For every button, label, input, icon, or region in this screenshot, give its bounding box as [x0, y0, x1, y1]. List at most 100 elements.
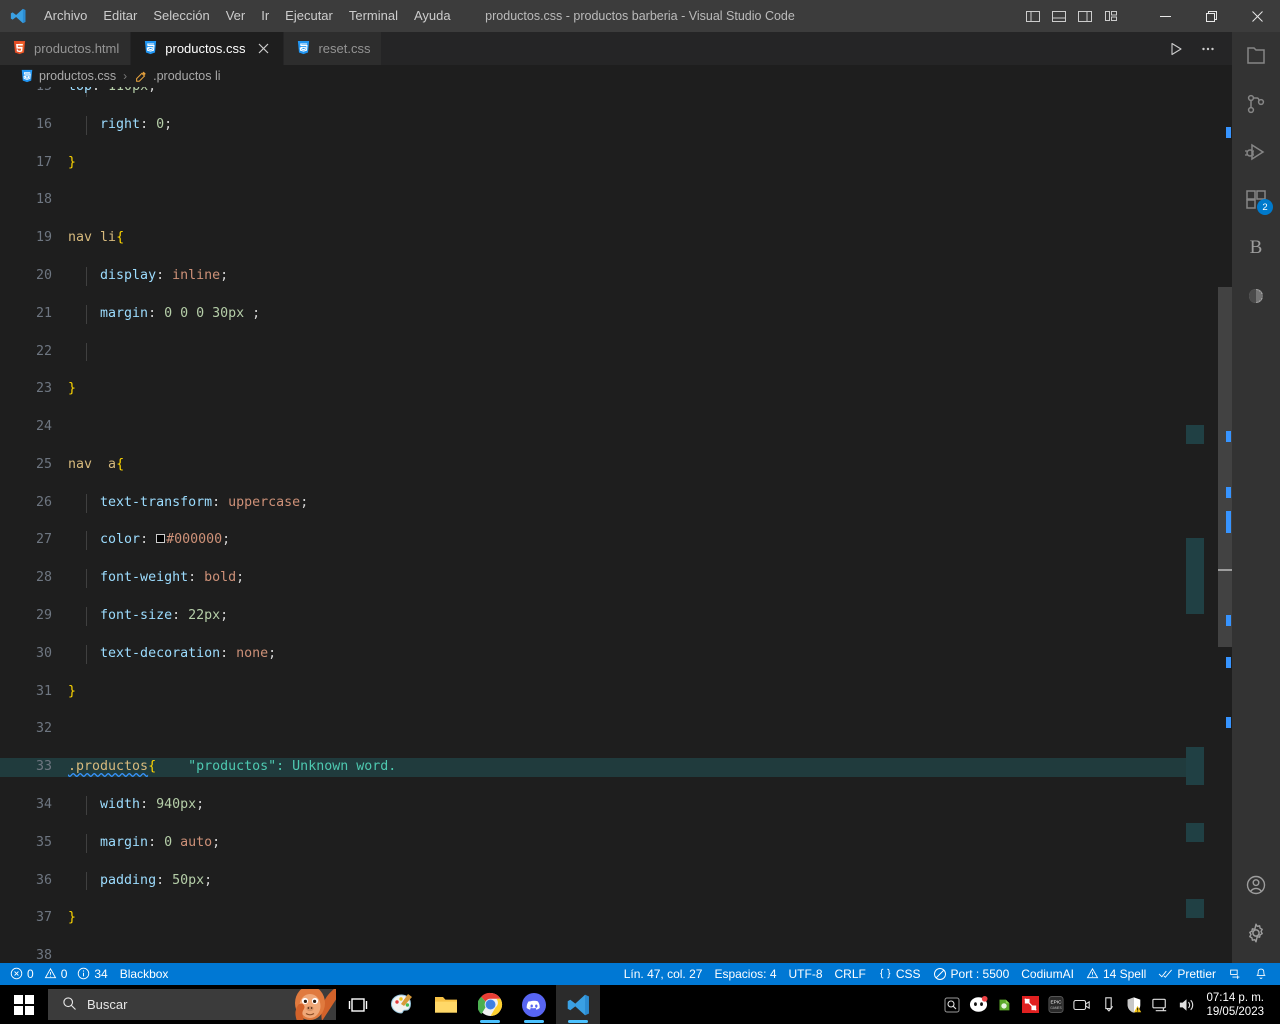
code-line[interactable]: 16 right: 0;	[0, 115, 1200, 135]
tray-usb-icon[interactable]	[1096, 985, 1120, 1024]
tray-search-icon[interactable]	[940, 985, 964, 1024]
menu-ejecutar[interactable]: Ejecutar	[277, 5, 341, 27]
layout-toggles[interactable]	[1020, 0, 1124, 32]
close-button[interactable]	[1234, 0, 1280, 32]
vscode-icon[interactable]	[556, 985, 600, 1024]
code-token: }	[68, 381, 77, 397]
breadcrumb-file[interactable]: productos.css	[39, 69, 116, 83]
code-line[interactable]: 38	[0, 947, 1200, 963]
restore-button[interactable]	[1188, 0, 1234, 32]
paint-icon[interactable]	[380, 985, 424, 1024]
code-line[interactable]: 34 width: 940px;	[0, 796, 1200, 815]
file-explorer-icon[interactable]	[424, 985, 468, 1024]
discord-icon[interactable]	[512, 985, 556, 1024]
tray-close-x-icon[interactable]	[1018, 985, 1042, 1024]
status-spell-checker[interactable]: 14 Spell	[1080, 963, 1152, 985]
code-line[interactable]: 24	[0, 418, 1200, 437]
code-line[interactable]: 27 color: #000000;	[0, 531, 1200, 551]
task-view-icon[interactable]	[336, 985, 380, 1024]
status-remote-window[interactable]	[1222, 963, 1248, 985]
settings-gear-icon[interactable]	[1232, 909, 1280, 957]
chrome-icon[interactable]	[468, 985, 512, 1024]
code-line[interactable]: 18	[0, 191, 1200, 210]
tray-camera-icon[interactable]	[1070, 985, 1094, 1024]
status-indentation[interactable]: Espacios: 4	[708, 963, 782, 985]
start-button[interactable]	[0, 985, 48, 1024]
status-live-server[interactable]: Port : 5500	[927, 963, 1016, 985]
more-actions-icon[interactable]	[1194, 35, 1222, 63]
code-line[interactable]: 23}	[0, 380, 1200, 399]
code-line[interactable]: 19 nav li{	[0, 229, 1200, 248]
activity-bar[interactable]: 2 B	[1232, 32, 1280, 963]
code-line[interactable]: 31}	[0, 683, 1200, 702]
code-line[interactable]: 33 .productos{ "productos": Unknown word.	[0, 758, 1200, 778]
status-cursor-position[interactable]: Lín. 47, col. 27	[618, 963, 709, 985]
menu-ayuda[interactable]: Ayuda	[406, 5, 459, 27]
status-eol[interactable]: CRLF	[829, 963, 872, 985]
source-control-icon[interactable]	[1232, 80, 1280, 128]
taskbar-search-input[interactable]: Buscar	[48, 989, 336, 1020]
editor-scrollbar[interactable]	[1218, 87, 1232, 963]
status-blackbox[interactable]: Blackbox	[114, 963, 175, 985]
taskbar-clock[interactable]: 07:14 p. m. 19/05/2023	[1200, 991, 1274, 1019]
status-codium-ai[interactable]: CodiumAI	[1015, 963, 1080, 985]
explorer-icon[interactable]	[1232, 32, 1280, 80]
tray-epic-games-icon[interactable]: EPIC GAMES	[1044, 985, 1068, 1024]
tray-discord-icon[interactable]	[966, 985, 990, 1024]
code-line[interactable]: 22	[0, 342, 1200, 362]
code-line[interactable]: 28 font-weight: bold;	[0, 569, 1200, 589]
minimize-button[interactable]	[1142, 0, 1188, 32]
menu-seleccion[interactable]: Selección	[145, 5, 217, 27]
breadcrumb-symbol[interactable]: .productos li	[153, 69, 220, 83]
blackbox-icon[interactable]: B	[1232, 224, 1280, 272]
code-line[interactable]: 15 top: 110px;	[0, 87, 1200, 97]
panel-left-icon[interactable]	[1020, 0, 1046, 32]
vscode-logo-icon	[0, 0, 36, 32]
code-line[interactable]: 17}	[0, 154, 1200, 173]
run-icon[interactable]	[1162, 35, 1190, 63]
code-line[interactable]: 25 nav a{	[0, 456, 1200, 475]
tray-volume-icon[interactable]	[1174, 985, 1198, 1024]
code-editor[interactable]: 15top: 110px; 16 right: 0; 17} 18 19nav li{ 2…	[0, 87, 1232, 963]
scrollbar-thumb[interactable]	[1218, 287, 1232, 647]
code-line[interactable]: 26 text-transform: uppercase;	[0, 493, 1200, 513]
breadcrumb[interactable]: productos.css › .productos li	[0, 65, 1232, 87]
tab-productos-css[interactable]: productos.css	[131, 32, 285, 65]
account-icon[interactable]	[1232, 861, 1280, 909]
title-bar: Archivo Editar Selección Ver Ir Ejecutar…	[0, 0, 1280, 32]
code-line[interactable]: 36 padding: 50px;	[0, 871, 1200, 891]
code-line[interactable]: 37}	[0, 909, 1200, 928]
menu-ver[interactable]: Ver	[218, 5, 254, 27]
code-line[interactable]: 35 margin: 0 auto;	[0, 833, 1200, 853]
panel-right-icon[interactable]	[1072, 0, 1098, 32]
code-line[interactable]: 30 text-decoration: none;	[0, 644, 1200, 664]
panel-bottom-icon[interactable]	[1046, 0, 1072, 32]
color-swatch[interactable]	[156, 533, 166, 543]
status-encoding[interactable]: UTF-8	[783, 963, 829, 985]
menu-bar[interactable]: Archivo Editar Selección Ver Ir Ejecutar…	[36, 0, 459, 32]
status-prettier[interactable]: Prettier	[1152, 963, 1222, 985]
tab-reset-css[interactable]: reset.css	[284, 32, 383, 65]
tab-productos-html[interactable]: productos.html	[0, 32, 132, 65]
theme-contrast-icon[interactable]	[1232, 272, 1280, 320]
code-line[interactable]: 21 margin: 0 0 0 30px ;	[0, 304, 1200, 324]
code-line[interactable]: 32	[0, 720, 1200, 739]
code-line[interactable]: 29 font-size: 22px;	[0, 607, 1200, 626]
code-lines[interactable]: 15top: 110px; 16 right: 0; 17} 18 19nav li{ 2…	[0, 87, 1200, 963]
customize-layout-icon[interactable]	[1098, 0, 1124, 32]
menu-archivo[interactable]: Archivo	[36, 5, 95, 27]
status-language-mode[interactable]: CSS	[872, 963, 927, 985]
tab-close-icon[interactable]	[255, 40, 272, 57]
status-notifications[interactable]	[1248, 963, 1274, 985]
tray-evernote-icon[interactable]	[992, 985, 1016, 1024]
run-debug-icon[interactable]	[1232, 128, 1280, 176]
tray-network-icon[interactable]	[1148, 985, 1172, 1024]
extensions-icon[interactable]: 2	[1232, 176, 1280, 224]
status-problems[interactable]: 0 0 34	[4, 963, 114, 985]
menu-terminal[interactable]: Terminal	[341, 5, 406, 27]
tray-defender-icon[interactable]	[1122, 985, 1146, 1024]
code-line[interactable]: 20 display: inline;	[0, 266, 1200, 286]
menu-editar[interactable]: Editar	[95, 5, 145, 27]
minimap[interactable]	[1186, 87, 1218, 963]
menu-ir[interactable]: Ir	[253, 5, 277, 27]
